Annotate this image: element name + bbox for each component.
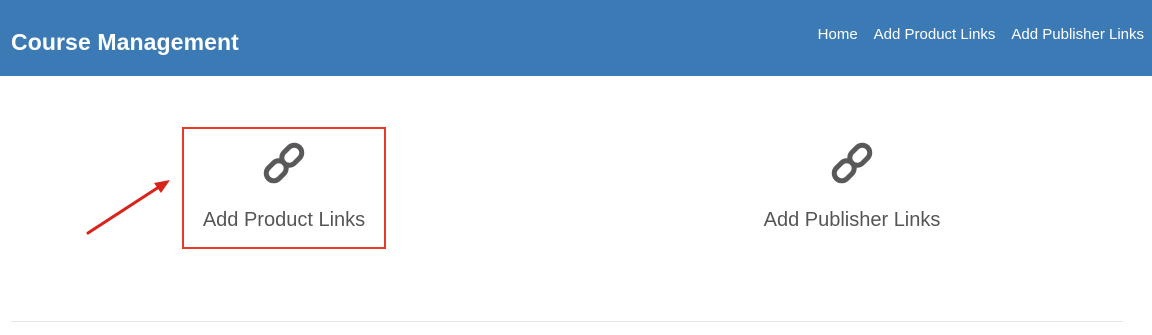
link-icon [263,142,305,184]
brand-title[interactable]: Course Management [11,27,239,57]
add-publisher-links-card[interactable]: Add Publisher Links [750,127,954,249]
add-product-links-label: Add Product Links [202,209,366,231]
add-product-links-card[interactable]: Add Product Links [182,127,386,249]
arrow-icon [86,180,170,235]
nav-link-home[interactable]: Home [818,24,858,46]
nav-link-add-product-links[interactable]: Add Product Links [874,24,996,46]
link-icon [831,142,873,184]
add-publisher-links-label: Add Publisher Links [763,209,941,231]
nav-links: Home Add Product Links Add Publisher Lin… [818,24,1144,46]
divider [11,321,1123,322]
nav-link-add-publisher-links[interactable]: Add Publisher Links [1011,24,1144,46]
navbar: Course Management Home Add Product Links… [0,0,1152,76]
